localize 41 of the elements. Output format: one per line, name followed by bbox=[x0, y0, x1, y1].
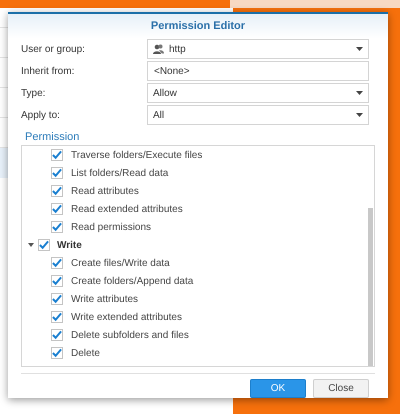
checkbox[interactable] bbox=[51, 347, 63, 360]
permission-label: Read extended attributes bbox=[71, 202, 183, 217]
checkbox[interactable] bbox=[51, 275, 63, 288]
input-field[interactable]: <None> bbox=[147, 61, 369, 82]
checkbox[interactable] bbox=[51, 311, 63, 324]
permission-label: Write attributes bbox=[71, 292, 138, 307]
field-label: Type: bbox=[21, 86, 46, 101]
permission-label: Read attributes bbox=[71, 184, 139, 199]
checkbox[interactable] bbox=[51, 203, 63, 216]
permission-label: Read permissions bbox=[71, 220, 152, 235]
permission-label: Delete bbox=[71, 346, 100, 361]
checkbox[interactable] bbox=[51, 185, 63, 198]
checkbox[interactable] bbox=[51, 167, 63, 180]
caret-icon bbox=[356, 47, 363, 52]
field-label: User or group: bbox=[21, 42, 86, 57]
dropdown[interactable]: Allow bbox=[147, 83, 369, 104]
permission-label: List folders/Read data bbox=[71, 166, 168, 181]
checkbox[interactable] bbox=[51, 221, 63, 234]
permission-label: Traverse folders/Execute files bbox=[71, 148, 202, 163]
checkbox[interactable] bbox=[38, 239, 50, 252]
permission-label: Create folders/Append data bbox=[71, 274, 194, 289]
expand-toggle[interactable] bbox=[28, 242, 34, 248]
permission-label: Create files/Write data bbox=[71, 256, 170, 271]
close-button[interactable]: Close bbox=[313, 379, 369, 398]
checkbox[interactable] bbox=[51, 293, 63, 306]
scrollbar-thumb[interactable] bbox=[368, 208, 373, 366]
checkbox[interactable] bbox=[51, 149, 63, 162]
checkbox[interactable] bbox=[51, 257, 63, 270]
user-select[interactable]: http bbox=[147, 39, 369, 60]
field-label: Apply to: bbox=[21, 108, 61, 123]
caret-icon bbox=[356, 91, 363, 96]
field-label: Inherit from: bbox=[21, 64, 76, 79]
section-heading: Permission bbox=[25, 131, 80, 144]
users-icon bbox=[153, 44, 164, 54]
permission-label: Write bbox=[57, 238, 82, 253]
permission-label: Delete subfolders and files bbox=[71, 328, 189, 343]
dropdown[interactable]: All bbox=[147, 105, 369, 126]
dialog-title: Permission Editor bbox=[150, 19, 246, 34]
checkbox[interactable] bbox=[51, 329, 63, 342]
permission-label: Write extended attributes bbox=[71, 310, 182, 325]
caret-icon bbox=[356, 113, 363, 118]
